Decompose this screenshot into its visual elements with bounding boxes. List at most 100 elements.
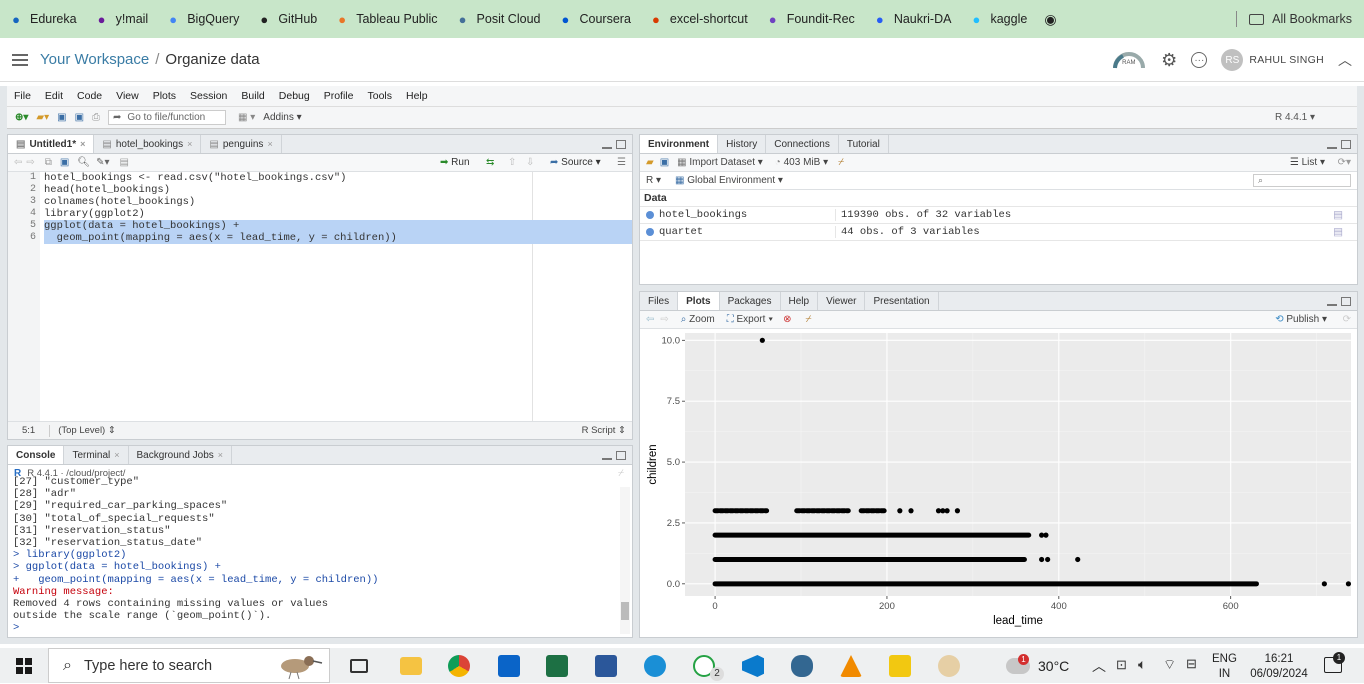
more-options-icon[interactable]: ··· xyxy=(1191,52,1208,68)
menu-help[interactable]: Help xyxy=(406,90,428,102)
files-tab-plots[interactable]: Plots xyxy=(678,292,720,310)
run-button[interactable]: ➡ Run xyxy=(440,157,470,168)
ram-gauge-icon[interactable]: RAM xyxy=(1111,50,1147,70)
menu-file[interactable]: File xyxy=(14,90,31,102)
print-icon[interactable]: ⎙ xyxy=(92,112,100,123)
goto-file-input[interactable]: ➦ Go to file/function xyxy=(108,110,227,125)
editor-tab-hotel-bookings[interactable]: ▤ hotel_bookings × xyxy=(94,135,202,153)
refresh-icon[interactable]: ⟳▾ xyxy=(1338,157,1351,168)
console-minmax[interactable] xyxy=(602,451,626,460)
save-file-icon[interactable]: ▣ xyxy=(60,157,69,168)
code-line[interactable]: head(hotel_bookings) xyxy=(44,184,632,196)
battery-icon[interactable]: ⊟ xyxy=(1186,656,1197,672)
env-tab-tutorial[interactable]: Tutorial xyxy=(839,135,889,153)
code-line[interactable]: geom_point(mapping = aes(x = lead_time, … xyxy=(44,232,632,244)
files-tab-viewer[interactable]: Viewer xyxy=(818,292,866,310)
export-button[interactable]: ⛶ Export ▾ xyxy=(727,314,773,325)
publish-button[interactable]: ⟲ Publish ▾ xyxy=(1275,314,1327,325)
powerbi-icon[interactable] xyxy=(889,655,911,677)
plots-minmax[interactable] xyxy=(1327,297,1351,306)
user-name[interactable]: RAHUL SINGH xyxy=(1249,54,1324,66)
next-plot-icon[interactable]: ⇨ xyxy=(660,314,668,325)
avatar[interactable]: RS xyxy=(1221,49,1244,71)
files-tab-help[interactable]: Help xyxy=(781,292,819,310)
bookmark-edureka[interactable]: ● Edureka xyxy=(8,11,77,27)
excel-icon[interactable] xyxy=(546,655,568,677)
scope-selector[interactable]: (Top Level) ⇕ xyxy=(58,425,116,436)
menu-profile[interactable]: Profile xyxy=(324,90,354,102)
word-icon[interactable] xyxy=(595,655,617,677)
wifi-icon[interactable]: ⌔ xyxy=(1163,656,1176,674)
env-tab-environment[interactable]: Environment xyxy=(640,135,719,153)
minimize-icon[interactable] xyxy=(602,451,612,460)
save-icon[interactable]: ▣ xyxy=(57,112,66,123)
import-dataset-button[interactable]: ▦ Import Dataset ▾ xyxy=(677,157,763,168)
all-bookmarks[interactable]: All Bookmarks xyxy=(1236,0,1352,38)
close-icon[interactable]: × xyxy=(80,139,85,149)
wand-icon[interactable]: ✎▾ xyxy=(96,157,109,168)
minimize-icon[interactable] xyxy=(602,140,612,149)
code-line[interactable]: hotel_bookings <- read.csv("hotel_bookin… xyxy=(44,172,632,184)
prev-plot-icon[interactable]: ⇦ xyxy=(646,314,654,325)
filetype-selector[interactable]: R Script ⇕ xyxy=(582,425,626,436)
vscode-icon[interactable] xyxy=(742,655,764,677)
menu-debug[interactable]: Debug xyxy=(279,90,310,102)
language-indicator[interactable]: ENG IN xyxy=(1212,652,1237,682)
show-in-window-icon[interactable]: ⧉ xyxy=(45,157,52,168)
bookmark-github[interactable]: ● GitHub xyxy=(256,11,317,27)
maximize-icon[interactable] xyxy=(616,140,626,149)
menu-plots[interactable]: Plots xyxy=(153,90,176,102)
code-line[interactable]: ggplot(data = hotel_bookings) + xyxy=(44,220,632,232)
view-table-icon[interactable]: ▤ xyxy=(1333,226,1343,239)
clear-plots-broom-icon[interactable]: ⌿ xyxy=(805,314,811,325)
env-search-input[interactable]: ⌕ xyxy=(1253,174,1351,187)
env-row[interactable]: quartet 44 obs. of 3 variables ▤ xyxy=(640,224,1357,241)
memory-usage[interactable]: ◔ 403 MiB ▾ xyxy=(775,157,828,168)
console-tab-terminal[interactable]: Terminal × xyxy=(64,446,129,464)
remove-plot-icon[interactable]: ⊗ xyxy=(783,314,791,325)
windows-start-icon[interactable] xyxy=(16,658,32,674)
outlook-icon[interactable] xyxy=(498,655,520,677)
console-scrollbar[interactable] xyxy=(620,487,630,634)
minimize-icon[interactable] xyxy=(1327,140,1337,149)
open-project-icon[interactable]: ▰▾ xyxy=(36,112,49,123)
down-icon[interactable]: ⇩ xyxy=(526,157,534,168)
source-button[interactable]: ➦ Source ▾ xyxy=(550,157,601,168)
rerun-icon[interactable]: ⇆ xyxy=(486,157,494,168)
files-tab-presentation[interactable]: Presentation xyxy=(865,292,939,310)
clock[interactable]: 16:21 06/09/2024 xyxy=(1247,652,1311,682)
volume-icon[interactable]: 🔈︎ xyxy=(1138,656,1146,673)
view-mode-selector[interactable]: ☰ List ▾ xyxy=(1290,157,1325,168)
editor-tab-penguins[interactable]: ▤ penguins × xyxy=(201,135,282,153)
find-icon[interactable]: 🔍︎ xyxy=(77,157,90,168)
breadcrumb-workspace[interactable]: Your Workspace xyxy=(40,51,149,68)
camera-icon[interactable]: ⊡ xyxy=(1116,657,1127,673)
close-icon[interactable]: × xyxy=(267,139,272,149)
broom-icon[interactable]: ⌿ xyxy=(618,468,624,479)
edge-icon[interactable] xyxy=(644,655,666,677)
code-line[interactable]: library(ggplot2) xyxy=(44,208,632,220)
menu-tools[interactable]: Tools xyxy=(367,90,392,102)
bookmark-naukri-da[interactable]: ● Naukri-DA xyxy=(872,11,952,27)
bookmark-extra-globe-icon[interactable]: ◉ xyxy=(1044,11,1056,28)
new-file-icon[interactable]: ⊕▾ xyxy=(15,112,28,123)
bookmark-foundit-rec[interactable]: ● Foundit-Rec xyxy=(765,11,855,27)
postgres-icon[interactable] xyxy=(791,655,813,677)
code-area[interactable]: 123456 hotel_bookings <- read.csv("hotel… xyxy=(8,172,632,421)
grid-layout-icon[interactable]: ▦ ▾ xyxy=(238,112,255,123)
bookmark-coursera[interactable]: ● Coursera xyxy=(557,11,631,27)
maximize-icon[interactable] xyxy=(616,451,626,460)
r-version-menu[interactable]: R 4.4.1 ▾ xyxy=(1275,112,1315,123)
chrome-icon[interactable] xyxy=(448,655,470,677)
language-selector[interactable]: R ▾ xyxy=(646,175,661,186)
env-tab-history[interactable]: History xyxy=(718,135,767,153)
vlc-icon[interactable] xyxy=(840,655,862,677)
gear-icon[interactable]: ⚙ xyxy=(1161,50,1177,71)
scroll-thumb[interactable] xyxy=(621,602,629,620)
menu-build[interactable]: Build xyxy=(241,90,264,102)
close-icon[interactable]: × xyxy=(218,450,223,460)
console-tab-console[interactable]: Console xyxy=(8,446,65,464)
back-arrow-icon[interactable]: ⇦ xyxy=(14,157,22,168)
minimize-icon[interactable] xyxy=(1327,297,1337,306)
bookmark-y-mail[interactable]: ● y!mail xyxy=(94,11,149,27)
